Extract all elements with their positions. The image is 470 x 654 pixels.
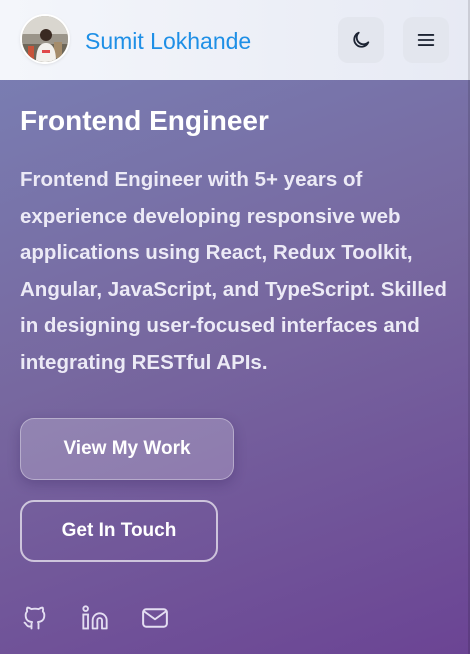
menu-button[interactable] xyxy=(403,17,449,63)
email-link[interactable] xyxy=(140,603,170,633)
get-in-touch-button[interactable]: Get In Touch xyxy=(20,500,218,562)
view-my-work-button[interactable]: View My Work xyxy=(20,418,234,480)
brand-name[interactable]: Sumit Lokhande xyxy=(85,27,251,55)
github-link[interactable] xyxy=(20,603,50,633)
profile-photo-icon xyxy=(22,16,68,62)
moon-icon xyxy=(353,31,370,48)
linkedin-icon xyxy=(82,605,108,630)
linkedin-link[interactable] xyxy=(80,603,110,633)
hero-title: Frontend Engineer xyxy=(20,105,269,136)
mail-icon xyxy=(142,608,168,628)
avatar[interactable] xyxy=(22,16,68,62)
github-icon xyxy=(23,606,46,630)
top-navbar: Sumit Lokhande xyxy=(0,0,470,80)
theme-toggle-button[interactable] xyxy=(338,17,384,63)
hamburger-menu-icon xyxy=(417,34,435,46)
hero-description: Frontend Engineer with 5+ years of exper… xyxy=(20,168,447,374)
